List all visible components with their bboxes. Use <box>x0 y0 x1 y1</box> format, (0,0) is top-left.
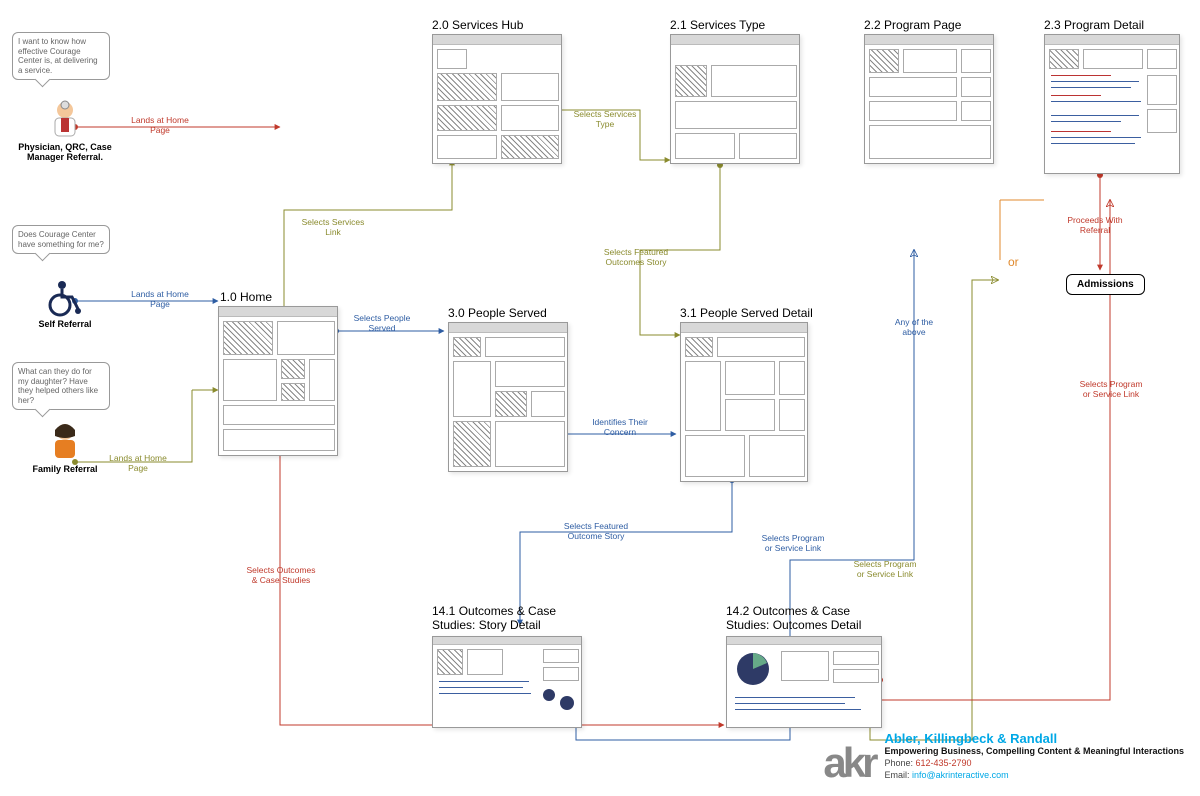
persona-caption: Family Referral <box>10 464 120 474</box>
edge-lands-home-2: Lands at Home Page <box>130 290 190 310</box>
edge-selects-people-served: Selects People Served <box>352 314 412 334</box>
akr-logo: akr <box>823 746 874 780</box>
physician-avatar-icon <box>44 98 86 140</box>
wheelchair-icon <box>44 275 86 317</box>
persona-self: Self Referral <box>10 275 120 329</box>
footer-email: Email: info@akrinteractive.com <box>884 770 1184 780</box>
bubble-text: What can they do for my daughter? Have t… <box>18 367 98 405</box>
edge-program-link-blue: Selects Program or Service Link <box>758 534 828 554</box>
edge-featured-outcome-2: Selects Featured Outcome Story <box>556 522 636 542</box>
thumb-outcomes-story <box>432 636 582 728</box>
node-title-home: 1.0 Home <box>220 290 272 304</box>
thumb-home <box>218 306 338 456</box>
persona-physician: Physician, QRC, Case Manager Referral. <box>10 98 120 163</box>
physician-speech-bubble: I want to know how effective Courage Cen… <box>12 32 110 80</box>
footer-phone: Phone: 612-435-2790 <box>884 758 1184 768</box>
thumb-services-type <box>670 34 800 164</box>
thumb-outcomes-detail <box>726 636 882 728</box>
edge-or: or <box>1008 256 1019 270</box>
node-title-outcomes-story: 14.1 Outcomes & Case Studies: Story Deta… <box>432 604 592 632</box>
thumb-people-served <box>448 322 568 472</box>
node-title-outcomes-detail: 14.2 Outcomes & Case Studies: Outcomes D… <box>726 604 896 632</box>
edge-any-above: Any of the above <box>884 318 944 338</box>
bubble-text: I want to know how effective Courage Cen… <box>18 37 98 75</box>
self-speech-bubble: Does Courage Center have something for m… <box>12 225 110 254</box>
edge-proceeds-referral: Proceeds With Referral <box>1060 216 1130 236</box>
edge-lands-home-3: Lands at Home Page <box>108 454 168 474</box>
persona-caption: Physician, QRC, Case Manager Referral. <box>10 142 120 163</box>
edge-selects-outcomes: Selects Outcomes & Case Studies <box>246 566 316 586</box>
persona-family: Family Referral <box>10 420 120 474</box>
family-avatar-icon <box>44 420 86 462</box>
thumb-people-served-detail <box>680 322 808 482</box>
edge-identifies-concern: Identifies Their Concern <box>590 418 650 438</box>
node-admissions: Admissions <box>1066 274 1145 295</box>
edge-program-link-red: Selects Program or Service Link <box>1076 380 1146 400</box>
edge-selects-services-type: Selects Services Type <box>570 110 640 130</box>
family-speech-bubble: What can they do for my daughter? Have t… <box>12 362 110 410</box>
thumb-program-detail <box>1044 34 1180 174</box>
node-title-services-type: 2.1 Services Type <box>670 18 765 32</box>
footer: akr Abler, Killingbeck & Randall Empower… <box>823 731 1184 780</box>
footer-brand: Abler, Killingbeck & Randall <box>884 731 1184 746</box>
node-title-people-served: 3.0 People Served <box>448 306 547 320</box>
node-title-services-hub: 2.0 Services Hub <box>432 18 523 32</box>
thumb-services-hub <box>432 34 562 164</box>
node-title-people-served-detail: 3.1 People Served Detail <box>680 306 813 320</box>
edge-program-link-olive: Selects Program or Service Link <box>850 560 920 580</box>
persona-caption: Self Referral <box>10 319 120 329</box>
edge-featured-outcome-1: Selects Featured Outcomes Story <box>596 248 676 268</box>
node-title-program-detail: 2.3 Program Detail <box>1044 18 1144 32</box>
bubble-text: Does Courage Center have something for m… <box>18 230 104 249</box>
admissions-label: Admissions <box>1077 279 1134 290</box>
edge-lands-home-1: Lands at Home Page <box>130 116 190 136</box>
edge-selects-services-link: Selects Services Link <box>298 218 368 238</box>
thumb-program-page <box>864 34 994 164</box>
node-title-program-page: 2.2 Program Page <box>864 18 961 32</box>
footer-tagline: Empowering Business, Compelling Content … <box>884 746 1184 756</box>
